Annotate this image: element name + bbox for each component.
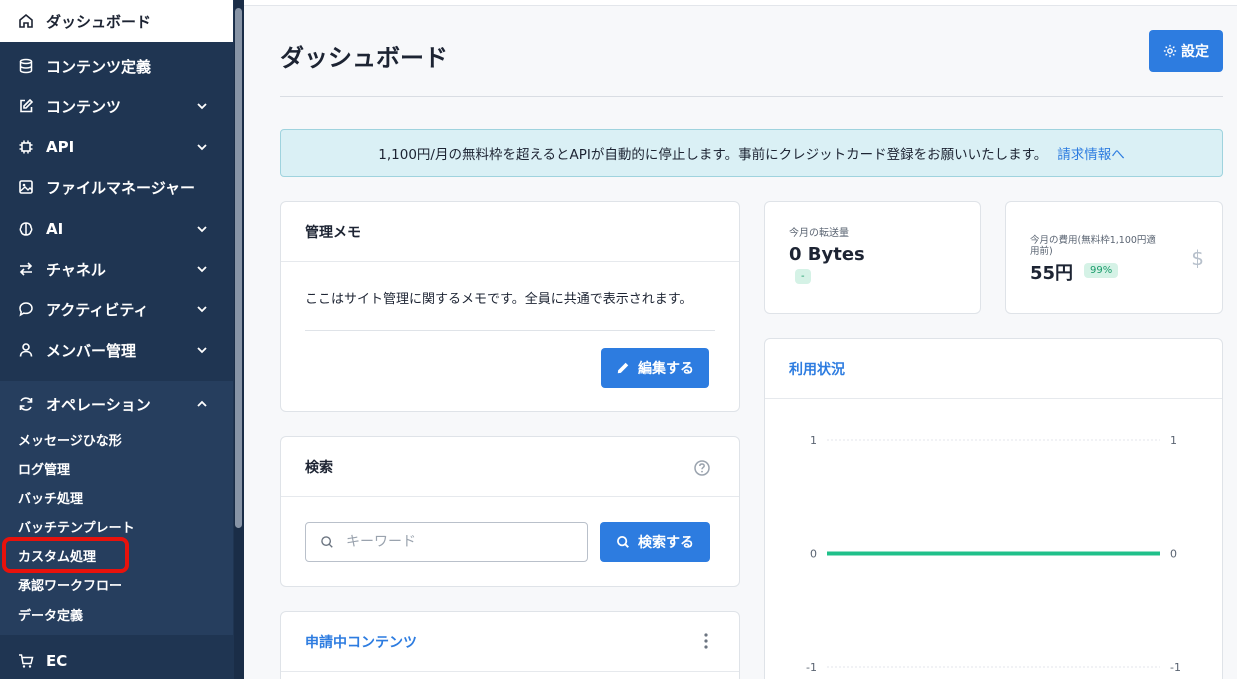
- chevron-down-icon: [197, 306, 207, 313]
- memo-title: 管理メモ: [281, 202, 739, 262]
- sidebar-item-label: AI: [46, 220, 64, 238]
- sidebar-item-label: EC: [46, 652, 68, 670]
- divider: [305, 330, 715, 331]
- sidebar-item-label: API: [46, 138, 75, 156]
- sidebar-subitem-batch-processing[interactable]: バッチ処理: [18, 488, 83, 507]
- divider: [280, 96, 1223, 97]
- usage-title: 利用状況: [765, 339, 1222, 399]
- help-icon[interactable]: [693, 459, 711, 477]
- y-tick-left: 0: [810, 548, 817, 561]
- sidebar-item-dashboard[interactable]: ダッシュボード: [0, 0, 233, 42]
- sidebar-subitem-log-management[interactable]: ログ管理: [18, 459, 70, 478]
- sidebar-item-operation[interactable]: オペレーション: [0, 385, 233, 423]
- y-tick-right: 0: [1170, 548, 1177, 561]
- chevron-down-icon: [197, 103, 207, 110]
- sidebar-item-activity[interactable]: アクティビティ: [0, 290, 233, 328]
- refresh-icon: [18, 396, 34, 412]
- top-bar: [244, 0, 1237, 6]
- main-content: ダッシュボード 設定 1,100円/月の無料枠を超えるとAPIが自動的に停止しま…: [244, 0, 1237, 679]
- sidebar-item-channel[interactable]: チャネル: [0, 250, 233, 288]
- billing-link[interactable]: 請求情報へ: [1057, 143, 1125, 163]
- brain-icon: [18, 221, 34, 237]
- transfer-badge: -: [795, 269, 811, 284]
- search-field[interactable]: [305, 522, 588, 562]
- notice-banner: 1,100円/月の無料枠を超えるとAPIが自動的に停止します。事前にクレジットカ…: [280, 129, 1223, 177]
- transfer-label: 今月の転送量: [789, 228, 849, 239]
- sidebar-item-file-manager[interactable]: ファイルマネージャー: [0, 168, 233, 206]
- sidebar-item-contents[interactable]: コンテンツ: [0, 87, 233, 125]
- settings-label: 設定: [1181, 44, 1209, 60]
- pencil-icon: [617, 362, 629, 374]
- y-tick-left: -1: [806, 661, 817, 674]
- memo-card: 管理メモ ここはサイト管理に関するメモです。全員に共通で表示されます。 編集する: [280, 201, 740, 412]
- cost-badge: 99%: [1084, 263, 1119, 278]
- home-icon: [18, 13, 34, 29]
- transfer-value: 0 Bytes: [789, 244, 865, 265]
- sidebar-item-label: ファイルマネージャー: [46, 178, 195, 197]
- memo-text: ここはサイト管理に関するメモです。全員に共通で表示されます。: [305, 292, 693, 307]
- chevron-down-icon: [197, 347, 207, 354]
- search-icon: [321, 536, 333, 548]
- sidebar-item-ec[interactable]: EC: [0, 642, 233, 679]
- search-button-label: 検索する: [638, 535, 694, 551]
- chevron-down-icon: [197, 144, 207, 151]
- chevron-up-icon: [197, 400, 207, 407]
- y-tick-left: 1: [810, 434, 817, 447]
- user-icon: [18, 342, 34, 358]
- more-icon[interactable]: [703, 632, 709, 650]
- chevron-down-icon: [197, 226, 207, 233]
- sidebar-subitem-message-template[interactable]: メッセージひな形: [18, 430, 122, 449]
- sidebar-subitem-approval-workflow[interactable]: 承認ワークフロー: [18, 575, 122, 594]
- sidebar: ダッシュボード コンテンツ定義 コンテンツ API ファイルマネージャー AI: [0, 0, 244, 679]
- sidebar-item-ai[interactable]: AI: [0, 210, 233, 248]
- pending-card: 申請中コンテンツ: [280, 611, 740, 679]
- database-icon: [18, 58, 34, 74]
- sidebar-item-label: オペレーション: [46, 395, 151, 414]
- y-tick-right: 1: [1170, 434, 1177, 447]
- image-icon: [18, 179, 34, 195]
- search-input[interactable]: [346, 534, 566, 550]
- edit-label: 編集する: [638, 361, 694, 377]
- sidebar-item-label: アクティビティ: [46, 300, 149, 319]
- cost-card: 今月の費用(無料枠1,100円適 用前) 55円 99% $: [1005, 201, 1223, 314]
- search-button[interactable]: 検索する: [600, 522, 710, 562]
- gear-icon: [1163, 44, 1177, 58]
- sidebar-item-label: コンテンツ: [46, 97, 122, 116]
- sidebar-subitem-data-definition[interactable]: データ定義: [18, 605, 83, 624]
- search-title: 検索: [281, 437, 739, 497]
- search-card: 検索 検索する: [280, 436, 740, 587]
- cart-icon: [18, 653, 34, 669]
- sidebar-item-label: ダッシュボード: [46, 12, 152, 31]
- cost-value: 55円: [1030, 263, 1074, 284]
- notice-text: 1,100円/月の無料枠を超えるとAPIが自動的に停止します。事前にクレジットカ…: [378, 147, 1048, 163]
- sidebar-subitem-batch-template[interactable]: バッチテンプレート: [18, 517, 135, 536]
- sidebar-item-label: コンテンツ定義: [46, 57, 152, 76]
- sidebar-item-label: メンバー管理: [46, 341, 137, 360]
- chevron-down-icon: [197, 266, 207, 273]
- sidebar-scrollbar-thumb[interactable]: [235, 8, 242, 528]
- usage-chart: 1 1 0 0 -1 -1: [806, 434, 1181, 674]
- swap-icon: [18, 261, 34, 277]
- sidebar-item-member-management[interactable]: メンバー管理: [0, 331, 233, 369]
- sidebar-item-api[interactable]: API: [0, 128, 233, 166]
- dollar-icon: $: [1191, 246, 1204, 270]
- search-icon: [617, 536, 629, 548]
- sidebar-item-content-definition[interactable]: コンテンツ定義: [0, 47, 233, 85]
- edit-icon: [18, 98, 34, 114]
- edit-button[interactable]: 編集する: [601, 348, 709, 388]
- settings-button[interactable]: 設定: [1149, 30, 1223, 72]
- y-tick-right: -1: [1170, 661, 1181, 674]
- usage-card: 利用状況 1 1 0 0 -1 -1: [764, 338, 1223, 679]
- cost-label-line2: 用前): [1030, 246, 1053, 257]
- chat-icon: [18, 301, 34, 317]
- transfer-card: 今月の転送量 0 Bytes -: [764, 201, 981, 314]
- page-title: ダッシュボード: [280, 44, 448, 72]
- sidebar-item-label: チャネル: [46, 260, 106, 279]
- highlight-box: [2, 537, 129, 573]
- pending-title[interactable]: 申請中コンテンツ: [281, 612, 739, 672]
- chip-icon: [18, 139, 34, 155]
